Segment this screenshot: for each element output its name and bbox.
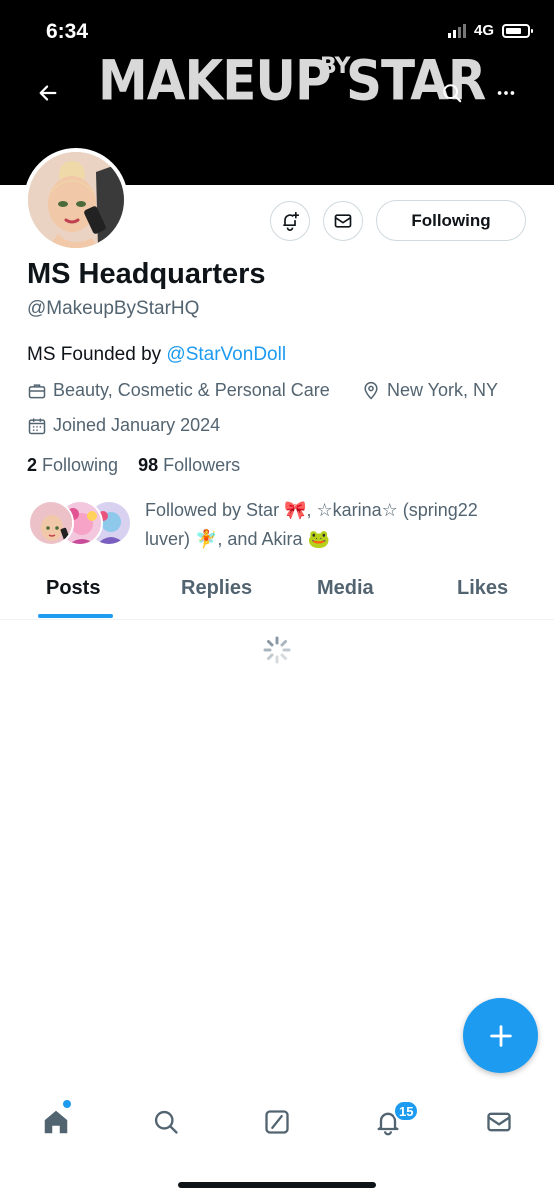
location-text: New York, NY bbox=[387, 380, 499, 400]
profile-bio: MS Founded by @StarVonDoll bbox=[27, 344, 286, 366]
back-button[interactable] bbox=[30, 75, 66, 111]
profile-avatar[interactable] bbox=[24, 148, 128, 252]
notifications-badge: 15 bbox=[393, 1100, 420, 1122]
more-dots-icon bbox=[497, 91, 515, 95]
nav-search[interactable] bbox=[146, 1102, 186, 1142]
following-count-link[interactable]: 2 Following bbox=[27, 455, 118, 475]
loading-spinner-icon bbox=[263, 636, 291, 669]
home-icon bbox=[44, 1110, 68, 1134]
back-arrow-icon bbox=[39, 85, 57, 101]
location-pin-icon bbox=[364, 381, 378, 400]
profile-name: MS Headquarters bbox=[27, 258, 266, 290]
followed-by-avatars[interactable] bbox=[28, 500, 138, 550]
battery-icon bbox=[502, 23, 533, 38]
tab-replies[interactable]: Replies bbox=[181, 577, 252, 600]
status-time: 6:34 bbox=[46, 20, 89, 43]
calendar-icon bbox=[28, 418, 46, 434]
nav-grok[interactable] bbox=[257, 1102, 297, 1142]
followed-by-line-1: Followed by Star 🎀, ☆karina☆ (spring22 bbox=[145, 500, 478, 520]
search-icon bbox=[443, 84, 462, 103]
bio-mention-link[interactable]: @StarVonDoll bbox=[166, 344, 286, 365]
followers-count-link[interactable]: 98 Followers bbox=[138, 455, 240, 475]
avatar-illustration bbox=[28, 152, 124, 248]
brand-main-text: MAKEUP bbox=[98, 49, 332, 113]
following-button[interactable]: Following bbox=[376, 200, 526, 241]
nav-messages[interactable] bbox=[479, 1102, 519, 1142]
joined-text: Joined January 2024 bbox=[53, 415, 221, 435]
tab-posts[interactable]: Posts bbox=[46, 577, 100, 600]
followers-count: 98 bbox=[138, 455, 159, 475]
network-label: 4G bbox=[473, 22, 494, 39]
home-indicator bbox=[178, 1182, 376, 1188]
envelope-icon bbox=[334, 214, 352, 228]
compose-button[interactable] bbox=[463, 998, 538, 1073]
envelope-icon bbox=[487, 1112, 511, 1132]
active-tab-indicator bbox=[38, 614, 113, 618]
profile-handle: @MakeupByStarHQ bbox=[27, 298, 200, 319]
profile-category: Beauty, Cosmetic & Personal Care bbox=[27, 380, 330, 401]
status-indicators: 4G bbox=[447, 22, 533, 39]
follower-avatar-star bbox=[28, 500, 74, 546]
tabs-divider bbox=[0, 619, 554, 620]
search-button[interactable] bbox=[434, 75, 470, 111]
plus-icon bbox=[489, 1024, 512, 1047]
more-options-button[interactable] bbox=[488, 75, 524, 111]
briefcase-icon bbox=[28, 383, 46, 398]
message-button[interactable] bbox=[323, 201, 363, 241]
followers-label: Followers bbox=[163, 455, 241, 475]
profile-joined: Joined January 2024 bbox=[27, 415, 220, 436]
following-count: 2 bbox=[27, 455, 38, 475]
grok-icon bbox=[265, 1110, 289, 1134]
followed-by-text[interactable]: Followed by Star 🎀, ☆karina☆ (spring22 l… bbox=[145, 496, 530, 554]
followed-by-line-2: luver) 🧚, and Akira 🐸 bbox=[145, 529, 330, 549]
bell-plus-icon bbox=[283, 211, 300, 231]
notify-button[interactable] bbox=[270, 201, 310, 241]
profile-location: New York, NY bbox=[361, 380, 498, 401]
following-label: Following bbox=[42, 455, 119, 475]
category-text: Beauty, Cosmetic & Personal Care bbox=[53, 380, 330, 400]
banner-brand: MAKEUP BY STAR bbox=[98, 49, 486, 113]
signal-icon bbox=[447, 23, 466, 38]
bio-text: MS Founded by bbox=[27, 344, 167, 365]
nav-home[interactable] bbox=[36, 1102, 76, 1142]
tab-likes[interactable]: Likes bbox=[457, 577, 508, 600]
follow-counts: 2 Following 98 Followers bbox=[27, 455, 240, 476]
home-notification-dot bbox=[63, 1100, 71, 1108]
search-icon bbox=[154, 1110, 178, 1134]
tab-media[interactable]: Media bbox=[317, 577, 374, 600]
